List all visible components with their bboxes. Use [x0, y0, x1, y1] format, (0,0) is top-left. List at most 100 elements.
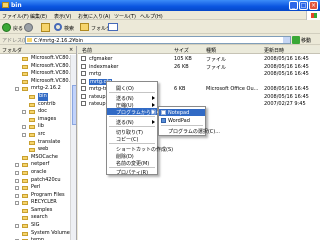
file-modified: 2008/05/16 16:45: [264, 56, 309, 62]
column-header-name[interactable]: 名前: [82, 47, 92, 54]
tree-item-selected[interactable]: bin: [0, 92, 70, 101]
file-modified: 2008/05/16 16:45: [264, 93, 309, 100]
folder-icon: [29, 117, 35, 122]
menu-file[interactable]: ファイル(F): [2, 13, 29, 20]
tree-item[interactable]: Microsoft.VC80.A: [0, 55, 74, 63]
menu-tools[interactable]: ツール(T): [114, 13, 136, 20]
scrollbar-thumb[interactable]: [72, 85, 76, 125]
menu-favorites[interactable]: お気に入り(A): [78, 13, 110, 20]
address-dropdown-button[interactable]: [283, 37, 290, 43]
column-header-size[interactable]: サイズ: [174, 47, 189, 54]
menu-item-label: 開く(O): [116, 86, 134, 92]
views-icon[interactable]: [108, 23, 118, 31]
submenu-wordpad[interactable]: WordPad: [159, 117, 205, 124]
address-input[interactable]: C:¥mrtg-2.16.2¥bin: [25, 36, 291, 44]
tree-item[interactable]: SIG: [0, 222, 70, 230]
tree-item[interactable]: web: [0, 146, 70, 154]
expand-icon[interactable]: [15, 170, 19, 175]
tree-item-label: src: [38, 130, 46, 137]
file-row[interactable]: mrtg 2008/05/16 16:45: [78, 70, 320, 77]
tree-item[interactable]: oracle: [0, 169, 70, 177]
expand-icon[interactable]: [15, 201, 19, 206]
tree-item[interactable]: netperf: [0, 161, 70, 169]
expand-icon[interactable]: [15, 163, 19, 168]
context-menu-delete[interactable]: 削除(D): [107, 152, 157, 160]
column-headers: 名前 サイズ 種類 更新日時: [78, 46, 320, 54]
file-modified: 2008/05/16 16:45: [264, 71, 309, 77]
wordpad-icon: [161, 118, 166, 123]
menu-separator: [109, 116, 155, 117]
context-menu-create-shortcut[interactable]: ショートカットの作成(S): [107, 145, 173, 153]
expand-icon[interactable]: [22, 132, 26, 137]
menu-edit[interactable]: 編集(E): [30, 13, 47, 20]
folder-icon: [27, 38, 32, 42]
folders-icon[interactable]: [80, 23, 89, 31]
menu-view[interactable]: 表示(V): [54, 13, 71, 20]
tree-item[interactable]: Microsoft.VC80.A: [0, 70, 74, 78]
context-menu-compress[interactable]: 圧縮(U): [107, 101, 157, 109]
menu-item-label: コピー(C): [116, 137, 139, 143]
expand-icon[interactable]: [15, 186, 19, 191]
tree-item[interactable]: images: [0, 116, 70, 124]
tree-item[interactable]: MSOCache: [0, 154, 70, 162]
expand-icon[interactable]: [15, 224, 19, 229]
expand-icon[interactable]: [22, 110, 26, 115]
file-modified: 2007/02/27 9:45: [264, 101, 306, 107]
expand-icon[interactable]: [22, 125, 26, 130]
column-header-modified[interactable]: 更新日時: [264, 47, 284, 54]
collapse-icon[interactable]: [15, 87, 19, 92]
context-menu-rename[interactable]: 名前の変更(M): [107, 159, 157, 167]
back-arrow-icon[interactable]: [2, 23, 11, 32]
file-row[interactable]: cfgmaker 105 KB ファイル 2008/05/16 16:45: [78, 55, 320, 63]
submenu-choose-program[interactable]: プログラムの選択(C)...: [159, 127, 220, 135]
tree-item[interactable]: src: [0, 131, 70, 139]
tree-item[interactable]: Perl: [0, 184, 70, 192]
tree-item[interactable]: mrtg-2.16.2: [0, 85, 70, 93]
tree-item[interactable]: RECYCLER: [0, 199, 70, 207]
search-icon[interactable]: [54, 23, 62, 31]
tree-item[interactable]: contrib: [0, 101, 70, 109]
go-button-label[interactable]: 移動: [301, 37, 311, 44]
minimize-button[interactable]: _: [289, 1, 298, 10]
tree-item[interactable]: Program Files: [0, 192, 70, 200]
tree-item[interactable]: patch420cu: [0, 177, 70, 185]
expand-icon[interactable]: [15, 193, 19, 198]
tree-item[interactable]: Microsoft.VC80.A: [0, 63, 74, 71]
tree-item[interactable]: translate: [0, 139, 70, 147]
maximize-button[interactable]: □: [299, 1, 308, 10]
search-button-label[interactable]: 検索: [64, 25, 74, 32]
context-menu-sendto[interactable]: 送る(N): [107, 94, 157, 102]
tree-item-label: mrtg-2.16.2: [31, 85, 61, 92]
tree-item[interactable]: doc: [0, 108, 70, 116]
menu-item-label: Notepad: [168, 110, 190, 116]
tree-item[interactable]: lib: [0, 123, 70, 131]
submenu-notepad[interactable]: Notepad: [159, 109, 205, 116]
column-header-type[interactable]: 種類: [206, 47, 216, 54]
file-row[interactable]: indexmaker 26 KB ファイル 2008/05/16 16:45: [78, 63, 320, 71]
tree-item[interactable]: search: [0, 214, 70, 222]
tree-item[interactable]: System Volume I: [0, 229, 73, 238]
context-menu-sendto-2[interactable]: 送る(N): [107, 118, 157, 126]
up-folder-icon[interactable]: [41, 23, 50, 32]
tree-item[interactable]: Samples: [0, 207, 70, 215]
menu-help[interactable]: ヘルプ(H): [140, 13, 163, 20]
file-size: 26 KB: [174, 63, 189, 70]
context-menu-cut[interactable]: 切り取り(T): [107, 128, 157, 136]
context-menu-properties[interactable]: プロパティ(R): [107, 168, 157, 176]
close-button[interactable]: ×: [309, 1, 318, 10]
context-menu-open[interactable]: 開く(O): [107, 84, 157, 92]
window-titlebar[interactable]: bin _ □ ×: [0, 0, 320, 11]
folder-pane-close-icon[interactable]: ×: [69, 47, 73, 53]
go-arrow-icon[interactable]: [292, 36, 300, 44]
tree-item[interactable]: Microsoft.VC80.C: [0, 78, 74, 86]
back-button-label[interactable]: 戻る: [13, 25, 23, 32]
folder-pane-scrollbar[interactable]: [70, 55, 76, 240]
expand-icon[interactable]: [15, 178, 19, 183]
windows-logo-icon: [306, 11, 320, 20]
forward-arrow-icon[interactable]: [24, 23, 33, 32]
context-menu-open-with[interactable]: プログラムから開く(H): [107, 108, 169, 116]
tree-item-label: System Volume I: [31, 229, 73, 236]
tree-item-label: Microsoft.VC80.C: [31, 77, 74, 84]
menu-item-label: プロパティ(R): [116, 170, 149, 176]
context-menu-copy[interactable]: コピー(C): [107, 135, 157, 143]
